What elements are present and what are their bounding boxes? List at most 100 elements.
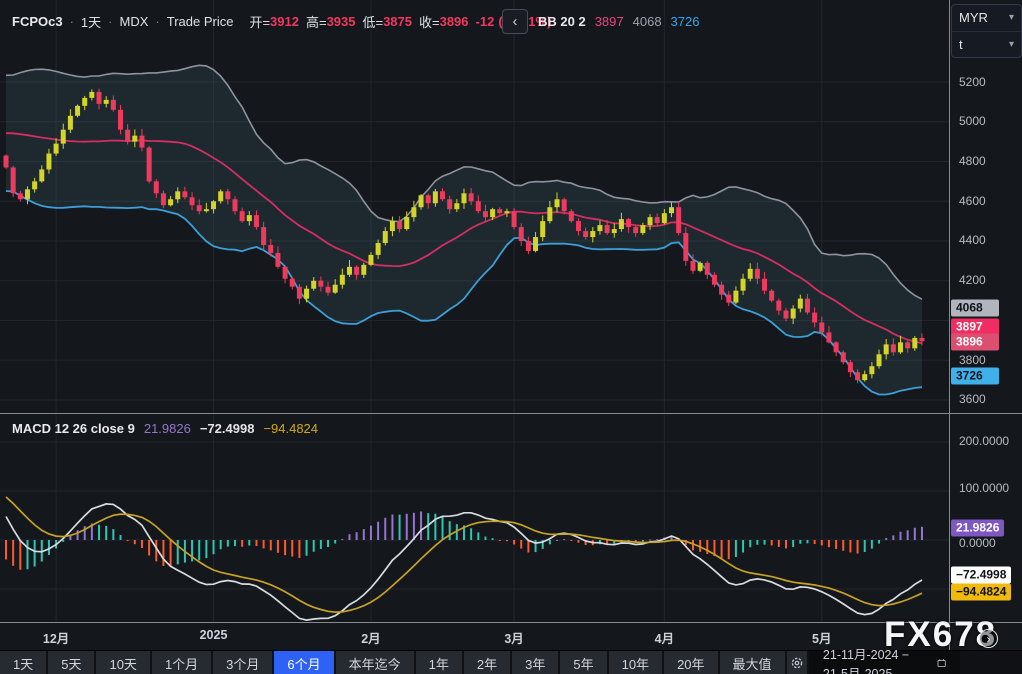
candle-body	[647, 217, 653, 226]
settings-button[interactable]	[786, 651, 807, 674]
macd-histogram-bar	[105, 525, 108, 540]
calendar-icon	[937, 659, 946, 668]
macd-chart[interactable]	[0, 415, 950, 622]
macd-histogram-bar	[556, 539, 559, 541]
range-button-5天[interactable]: 5天	[48, 651, 95, 674]
pane-separator[interactable]	[0, 413, 1022, 414]
candle-body	[740, 278, 746, 291]
range-button-10年[interactable]: 10年	[608, 651, 663, 674]
macd-histogram-bar	[656, 539, 659, 541]
price-axis[interactable]: 5200 5000 4800 4600 4400 4200 3800 3600 200.0000…	[950, 0, 1022, 650]
candle-body	[690, 260, 696, 271]
macd-histogram-bar	[749, 540, 752, 548]
candle-body	[368, 254, 374, 265]
axis-tick-label: 3800	[959, 353, 986, 367]
candle-body	[46, 153, 52, 170]
macd-histogram-bar	[198, 540, 201, 561]
range-button-3个月[interactable]: 3个月	[213, 651, 273, 674]
candle-body	[311, 280, 317, 289]
range-button-本年迄今[interactable]: 本年迄今	[335, 651, 414, 674]
macd-histogram-bar	[513, 540, 516, 545]
macd-chart-canvas[interactable]	[0, 415, 950, 622]
candle-body	[53, 143, 59, 154]
candle-body	[762, 278, 768, 291]
close-value: 3896	[439, 13, 469, 29]
candle-body	[397, 221, 403, 230]
macd-histogram-bar	[12, 540, 15, 566]
macd-histogram-bar	[76, 530, 79, 540]
macd-histogram-bar	[226, 540, 229, 547]
price-chart[interactable]	[0, 0, 950, 413]
candle-body	[511, 211, 517, 228]
range-button-3年[interactable]: 3年	[512, 651, 559, 674]
candle-body	[404, 217, 410, 230]
macd-histogram-bar	[269, 540, 272, 551]
candle-body	[697, 262, 703, 271]
macd-histogram-bar	[233, 540, 236, 547]
macd-histogram-bar	[369, 525, 372, 540]
back-button[interactable]: ‹	[502, 9, 528, 34]
candle-body	[96, 91, 102, 104]
candle-body	[618, 219, 624, 230]
macd-histogram-bar	[792, 540, 795, 547]
macd-histogram-bar	[906, 530, 909, 540]
macd-histogram-bar	[391, 514, 394, 540]
macd-histogram-bar	[835, 540, 838, 550]
candle-body	[146, 147, 152, 182]
macd-histogram-bar	[19, 540, 22, 570]
currency-dropdown[interactable]: MYR ▾	[952, 5, 1021, 31]
unit-dropdown[interactable]: t ▾	[952, 30, 1021, 58]
candle-body	[912, 337, 918, 349]
candle-body	[490, 209, 496, 218]
candle-body	[361, 264, 367, 275]
macd-histogram-bar	[169, 540, 172, 567]
candle-body	[82, 97, 88, 106]
candle-body	[475, 201, 481, 212]
range-button-最大值[interactable]: 最大值	[719, 651, 785, 674]
range-button-1年[interactable]: 1年	[415, 651, 462, 674]
range-toolbar: 1天 5天 10天 1个月 3个月 6个月 本年迄今 1年 2年 3年 5年 10年 20年 最大值 21…	[0, 648, 1022, 674]
bb-mid-value: 3897	[594, 13, 624, 29]
low-label: 低=	[362, 14, 384, 30]
candle-body	[261, 227, 267, 245]
macd-histogram-bar	[806, 540, 809, 544]
candle-body	[218, 191, 224, 202]
candle-body	[540, 221, 546, 238]
candle-body	[318, 280, 324, 287]
candle-body	[568, 211, 574, 222]
candle-body	[389, 221, 395, 232]
macd-histogram-bar	[162, 540, 165, 566]
macd-histogram-bar	[856, 540, 859, 554]
bb-label: BB 20 2	[538, 13, 586, 29]
range-button-6个月[interactable]: 6个月	[274, 651, 334, 674]
candle-body	[719, 284, 725, 295]
candle-body	[253, 215, 259, 228]
separator: ·	[69, 13, 74, 29]
range-button-1个月[interactable]: 1个月	[151, 651, 212, 674]
price-chart-canvas[interactable]	[0, 0, 950, 413]
candle-body	[704, 262, 710, 275]
expand-arrow-button[interactable]: ›	[979, 629, 998, 648]
candle-body	[304, 288, 310, 299]
candle-body	[153, 181, 159, 194]
candle-body	[440, 191, 446, 200]
axis-price-badge: 21.9826	[951, 519, 1005, 537]
candle-body	[547, 207, 553, 222]
range-button-20年[interactable]: 20年	[664, 651, 718, 674]
candle-body	[182, 191, 188, 198]
candle-body	[890, 344, 896, 353]
candle-body	[75, 105, 81, 116]
range-button-1天[interactable]: 1天	[0, 651, 47, 674]
range-button-2年[interactable]: 2年	[463, 651, 511, 674]
range-button-10天[interactable]: 10天	[96, 651, 150, 674]
candle-body	[411, 207, 417, 218]
macd-signal-line	[5, 496, 923, 613]
macd-histogram-bar	[913, 527, 916, 540]
arrow-right-icon: ›	[986, 631, 991, 646]
time-axis[interactable]: 12月 2025 2月 3月 4月 5月	[0, 622, 950, 650]
candle-body	[10, 167, 16, 194]
macd-histogram-bar	[505, 540, 508, 542]
symbol-legend: FCPOc3 · 1天 · MDX · Trade Price 开= 3912 高…	[12, 10, 551, 32]
range-button-5年[interactable]: 5年	[560, 651, 607, 674]
macd-histogram-bar	[756, 540, 759, 545]
